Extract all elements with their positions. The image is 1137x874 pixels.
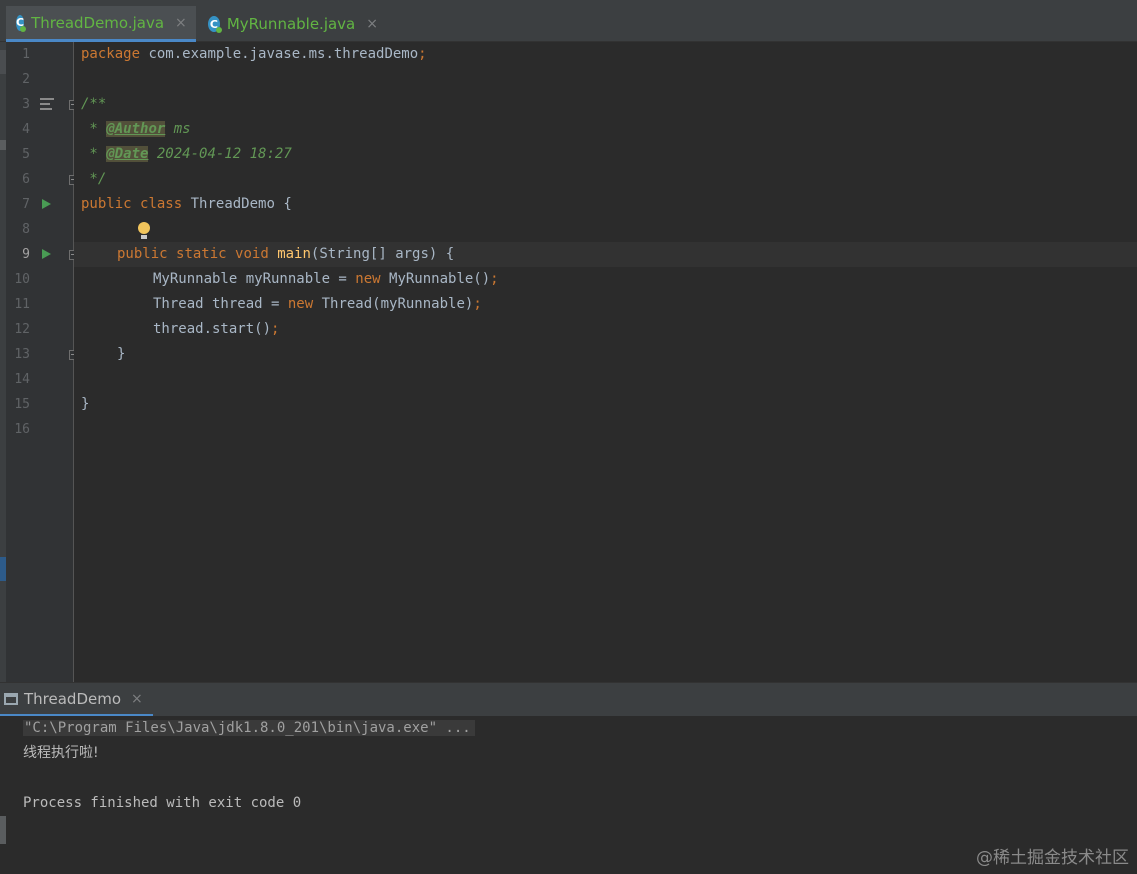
run-class-icon[interactable] <box>42 199 51 209</box>
run-console[interactable]: "C:\Program Files\Java\jdk1.8.0_201\bin\… <box>0 716 1137 874</box>
ide-window: C ThreadDemo.java × C MyRunnable.java × … <box>0 0 1137 874</box>
doc-tag-date: @Date <box>106 146 149 162</box>
code-line-4: * @Author ms <box>81 121 191 137</box>
code-line-6: */ <box>81 171 107 187</box>
line-number: 2 <box>22 72 30 87</box>
code-line-11: Thread thread = new Thread(myRunnable); <box>153 296 482 312</box>
console-command[interactable]: "C:\Program Files\Java\jdk1.8.0_201\bin\… <box>23 720 475 736</box>
class-icon: C <box>208 16 222 33</box>
console-output: 线程执行啦! <box>23 745 99 761</box>
tab-label: ThreadDemo.java <box>31 13 165 32</box>
run-tab-threaddemo[interactable]: ThreadDemo × <box>0 683 153 717</box>
console-side-marker <box>0 816 6 844</box>
code-line-1: package com.example.javase.ms.threadDemo… <box>81 46 427 62</box>
line-number: 5 <box>22 147 30 162</box>
editor-tab-bar: C ThreadDemo.java × C MyRunnable.java × <box>0 0 1137 42</box>
run-tool-window-header: ThreadDemo × <box>0 682 1137 717</box>
code-line-15: } <box>81 396 90 412</box>
code-line-7: public class ThreadDemo { <box>81 196 292 212</box>
line-number: 8 <box>22 222 30 237</box>
code-line-9: public static void main(String[] args) { <box>117 246 455 262</box>
close-icon[interactable]: × <box>366 16 378 32</box>
code-line-13: } <box>117 346 126 362</box>
class-icon: C <box>16 14 27 32</box>
code-line-5: * @Date 2024-04-12 18:27 <box>81 146 292 162</box>
lightbulb-icon[interactable] <box>138 222 150 240</box>
run-tab-label: ThreadDemo <box>24 689 122 708</box>
tab-threaddemo-java[interactable]: C ThreadDemo.java × <box>6 6 196 42</box>
doc-tag-author: @Author <box>106 121 166 137</box>
console-exit-message: Process finished with exit code 0 <box>23 795 302 811</box>
line-number: 12 <box>14 322 30 337</box>
line-number: 16 <box>14 422 30 437</box>
line-number: 10 <box>14 272 30 287</box>
code-line-12: thread.start(); <box>153 321 280 337</box>
line-number: 13 <box>14 347 30 362</box>
code-editor[interactable]: package com.example.javase.ms.threadDemo… <box>74 42 1137 682</box>
line-number-gutter: 1 2 3 4 5 6 7 8 9 10 11 12 13 14 15 16 <box>6 42 78 682</box>
run-main-icon[interactable] <box>42 249 51 259</box>
line-number: 6 <box>22 172 30 187</box>
watermark: @稀土掘金技术社区 <box>976 848 1129 868</box>
line-number-current: 9 <box>22 247 30 262</box>
line-number: 7 <box>22 197 30 212</box>
tab-label: MyRunnable.java <box>226 15 356 33</box>
code-line-3: /** <box>81 96 107 112</box>
line-number: 15 <box>14 397 30 412</box>
console-command-line: "C:\Program Files\Java\jdk1.8.0_201\bin\… <box>23 716 475 741</box>
console-icon <box>4 692 18 705</box>
close-icon[interactable]: × <box>131 691 143 707</box>
line-number: 3 <box>22 97 30 112</box>
line-number: 1 <box>22 47 30 62</box>
close-icon[interactable]: × <box>175 15 187 31</box>
rendered-doc-toggle-icon[interactable] <box>40 98 54 110</box>
line-number: 14 <box>14 372 30 387</box>
line-number: 11 <box>14 297 30 312</box>
line-number: 4 <box>22 122 30 137</box>
code-line-10: MyRunnable myRunnable = new MyRunnable()… <box>153 271 499 287</box>
tab-myrunnable-java[interactable]: C MyRunnable.java × <box>198 6 388 42</box>
